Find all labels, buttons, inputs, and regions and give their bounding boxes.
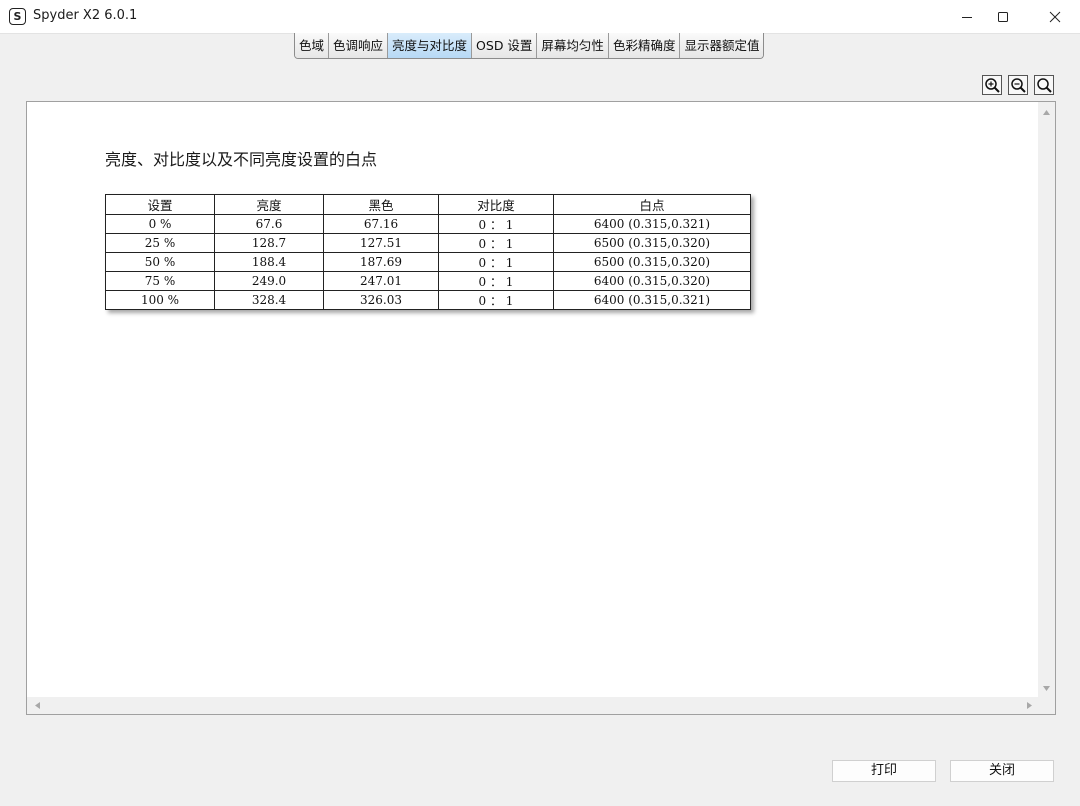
report-panel: 亮度、对比度以及不同亮度设置的白点 设置 亮度 黑色 对比度 白点 0 % 67… bbox=[26, 101, 1056, 715]
table-cell: 100 % bbox=[105, 290, 215, 310]
scroll-down-icon[interactable] bbox=[1038, 680, 1055, 697]
print-button[interactable]: 打印 bbox=[832, 760, 936, 782]
table-cell: 0 % bbox=[105, 214, 215, 234]
title-bar: S Spyder X2 6.0.1 bbox=[0, 0, 1080, 34]
zoom-in-button[interactable] bbox=[982, 75, 1002, 95]
maximize-icon bbox=[998, 11, 1008, 22]
zoom-in-icon bbox=[985, 78, 1000, 93]
table-cell: 6400 (0.315,0.320) bbox=[553, 271, 751, 291]
table-row: 25 % 128.7 127.51 0 ： 1 6500 (0.315,0.32… bbox=[105, 233, 751, 253]
close-icon bbox=[1049, 11, 1061, 22]
table-cell: 0 ： 1 bbox=[438, 233, 554, 253]
table-cell: 75 % bbox=[105, 271, 215, 291]
table-cell: 6400 (0.315,0.321) bbox=[553, 214, 751, 234]
scroll-right-icon[interactable] bbox=[1021, 697, 1038, 714]
app-logo-icon: S bbox=[9, 8, 26, 25]
table-row: 75 % 249.0 247.01 0 ： 1 6400 (0.315,0.32… bbox=[105, 271, 751, 291]
tab-brightness-contrast[interactable]: 亮度与对比度 bbox=[388, 33, 473, 58]
table-cell: 326.03 bbox=[323, 290, 439, 310]
report-title: 亮度、对比度以及不同亮度设置的白点 bbox=[105, 150, 378, 169]
column-header: 黑色 bbox=[323, 194, 439, 215]
table-cell: 0 ： 1 bbox=[438, 271, 554, 291]
brightness-contrast-table: 设置 亮度 黑色 对比度 白点 0 % 67.6 67.16 0 ： 1 640… bbox=[105, 194, 751, 310]
scroll-left-icon[interactable] bbox=[29, 697, 46, 714]
table-cell: 50 % bbox=[105, 252, 215, 272]
table-cell: 328.4 bbox=[214, 290, 324, 310]
scroll-up-icon[interactable] bbox=[1038, 104, 1055, 121]
table-cell: 127.51 bbox=[323, 233, 439, 253]
zoom-fit-icon bbox=[1037, 78, 1052, 93]
table-row: 0 % 67.6 67.16 0 ： 1 6400 (0.315,0.321) bbox=[105, 214, 751, 234]
maximize-button[interactable] bbox=[980, 0, 1026, 33]
table-cell: 67.6 bbox=[214, 214, 324, 234]
table-cell: 188.4 bbox=[214, 252, 324, 272]
table-cell: 247.01 bbox=[323, 271, 439, 291]
table-row: 100 % 328.4 326.03 0 ： 1 6400 (0.315,0.3… bbox=[105, 290, 751, 310]
zoom-out-button[interactable] bbox=[1008, 75, 1028, 95]
vertical-scrollbar[interactable] bbox=[1038, 102, 1055, 697]
window-title: Spyder X2 6.0.1 bbox=[33, 8, 138, 23]
tab-display-rating[interactable]: 显示器额定值 bbox=[680, 33, 764, 58]
close-button[interactable]: 关闭 bbox=[950, 760, 1054, 782]
horizontal-scrollbar[interactable] bbox=[27, 697, 1038, 714]
table-cell: 128.7 bbox=[214, 233, 324, 253]
table-cell: 6500 (0.315,0.320) bbox=[553, 233, 751, 253]
table-cell: 249.0 bbox=[214, 271, 324, 291]
tab-tone-response[interactable]: 色调响应 bbox=[329, 33, 389, 58]
table-row: 50 % 188.4 187.69 0 ： 1 6500 (0.315,0.32… bbox=[105, 252, 751, 272]
table-cell: 25 % bbox=[105, 233, 215, 253]
table-cell: 0 ： 1 bbox=[438, 214, 554, 234]
column-header: 白点 bbox=[553, 194, 751, 215]
zoom-fit-button[interactable] bbox=[1034, 75, 1054, 95]
close-window-button[interactable] bbox=[1032, 0, 1078, 33]
zoom-out-icon bbox=[1011, 78, 1026, 93]
tab-screen-uniformity[interactable]: 屏幕均匀性 bbox=[537, 33, 609, 58]
column-header: 亮度 bbox=[214, 194, 324, 215]
table-header-row: 设置 亮度 黑色 对比度 白点 bbox=[105, 194, 751, 215]
report-tabs: 色域 色调响应 亮度与对比度 OSD 设置 屏幕均匀性 色彩精确度 显示器额定值 bbox=[294, 33, 765, 59]
table-cell: 6500 (0.315,0.320) bbox=[553, 252, 751, 272]
table-cell: 67.16 bbox=[323, 214, 439, 234]
tab-osd-settings[interactable]: OSD 设置 bbox=[472, 33, 538, 58]
tab-color-accuracy[interactable]: 色彩精确度 bbox=[608, 33, 681, 58]
table-cell: 6400 (0.315,0.321) bbox=[553, 290, 751, 310]
scrollbar-corner bbox=[1038, 697, 1055, 714]
table-cell: 187.69 bbox=[323, 252, 439, 272]
tab-color-gamut[interactable]: 色域 bbox=[295, 33, 330, 58]
table-cell: 0 ： 1 bbox=[438, 252, 554, 272]
table-cell: 0 ： 1 bbox=[438, 290, 554, 310]
column-header: 对比度 bbox=[438, 194, 554, 215]
minimize-icon bbox=[962, 16, 972, 18]
column-header: 设置 bbox=[105, 194, 215, 215]
